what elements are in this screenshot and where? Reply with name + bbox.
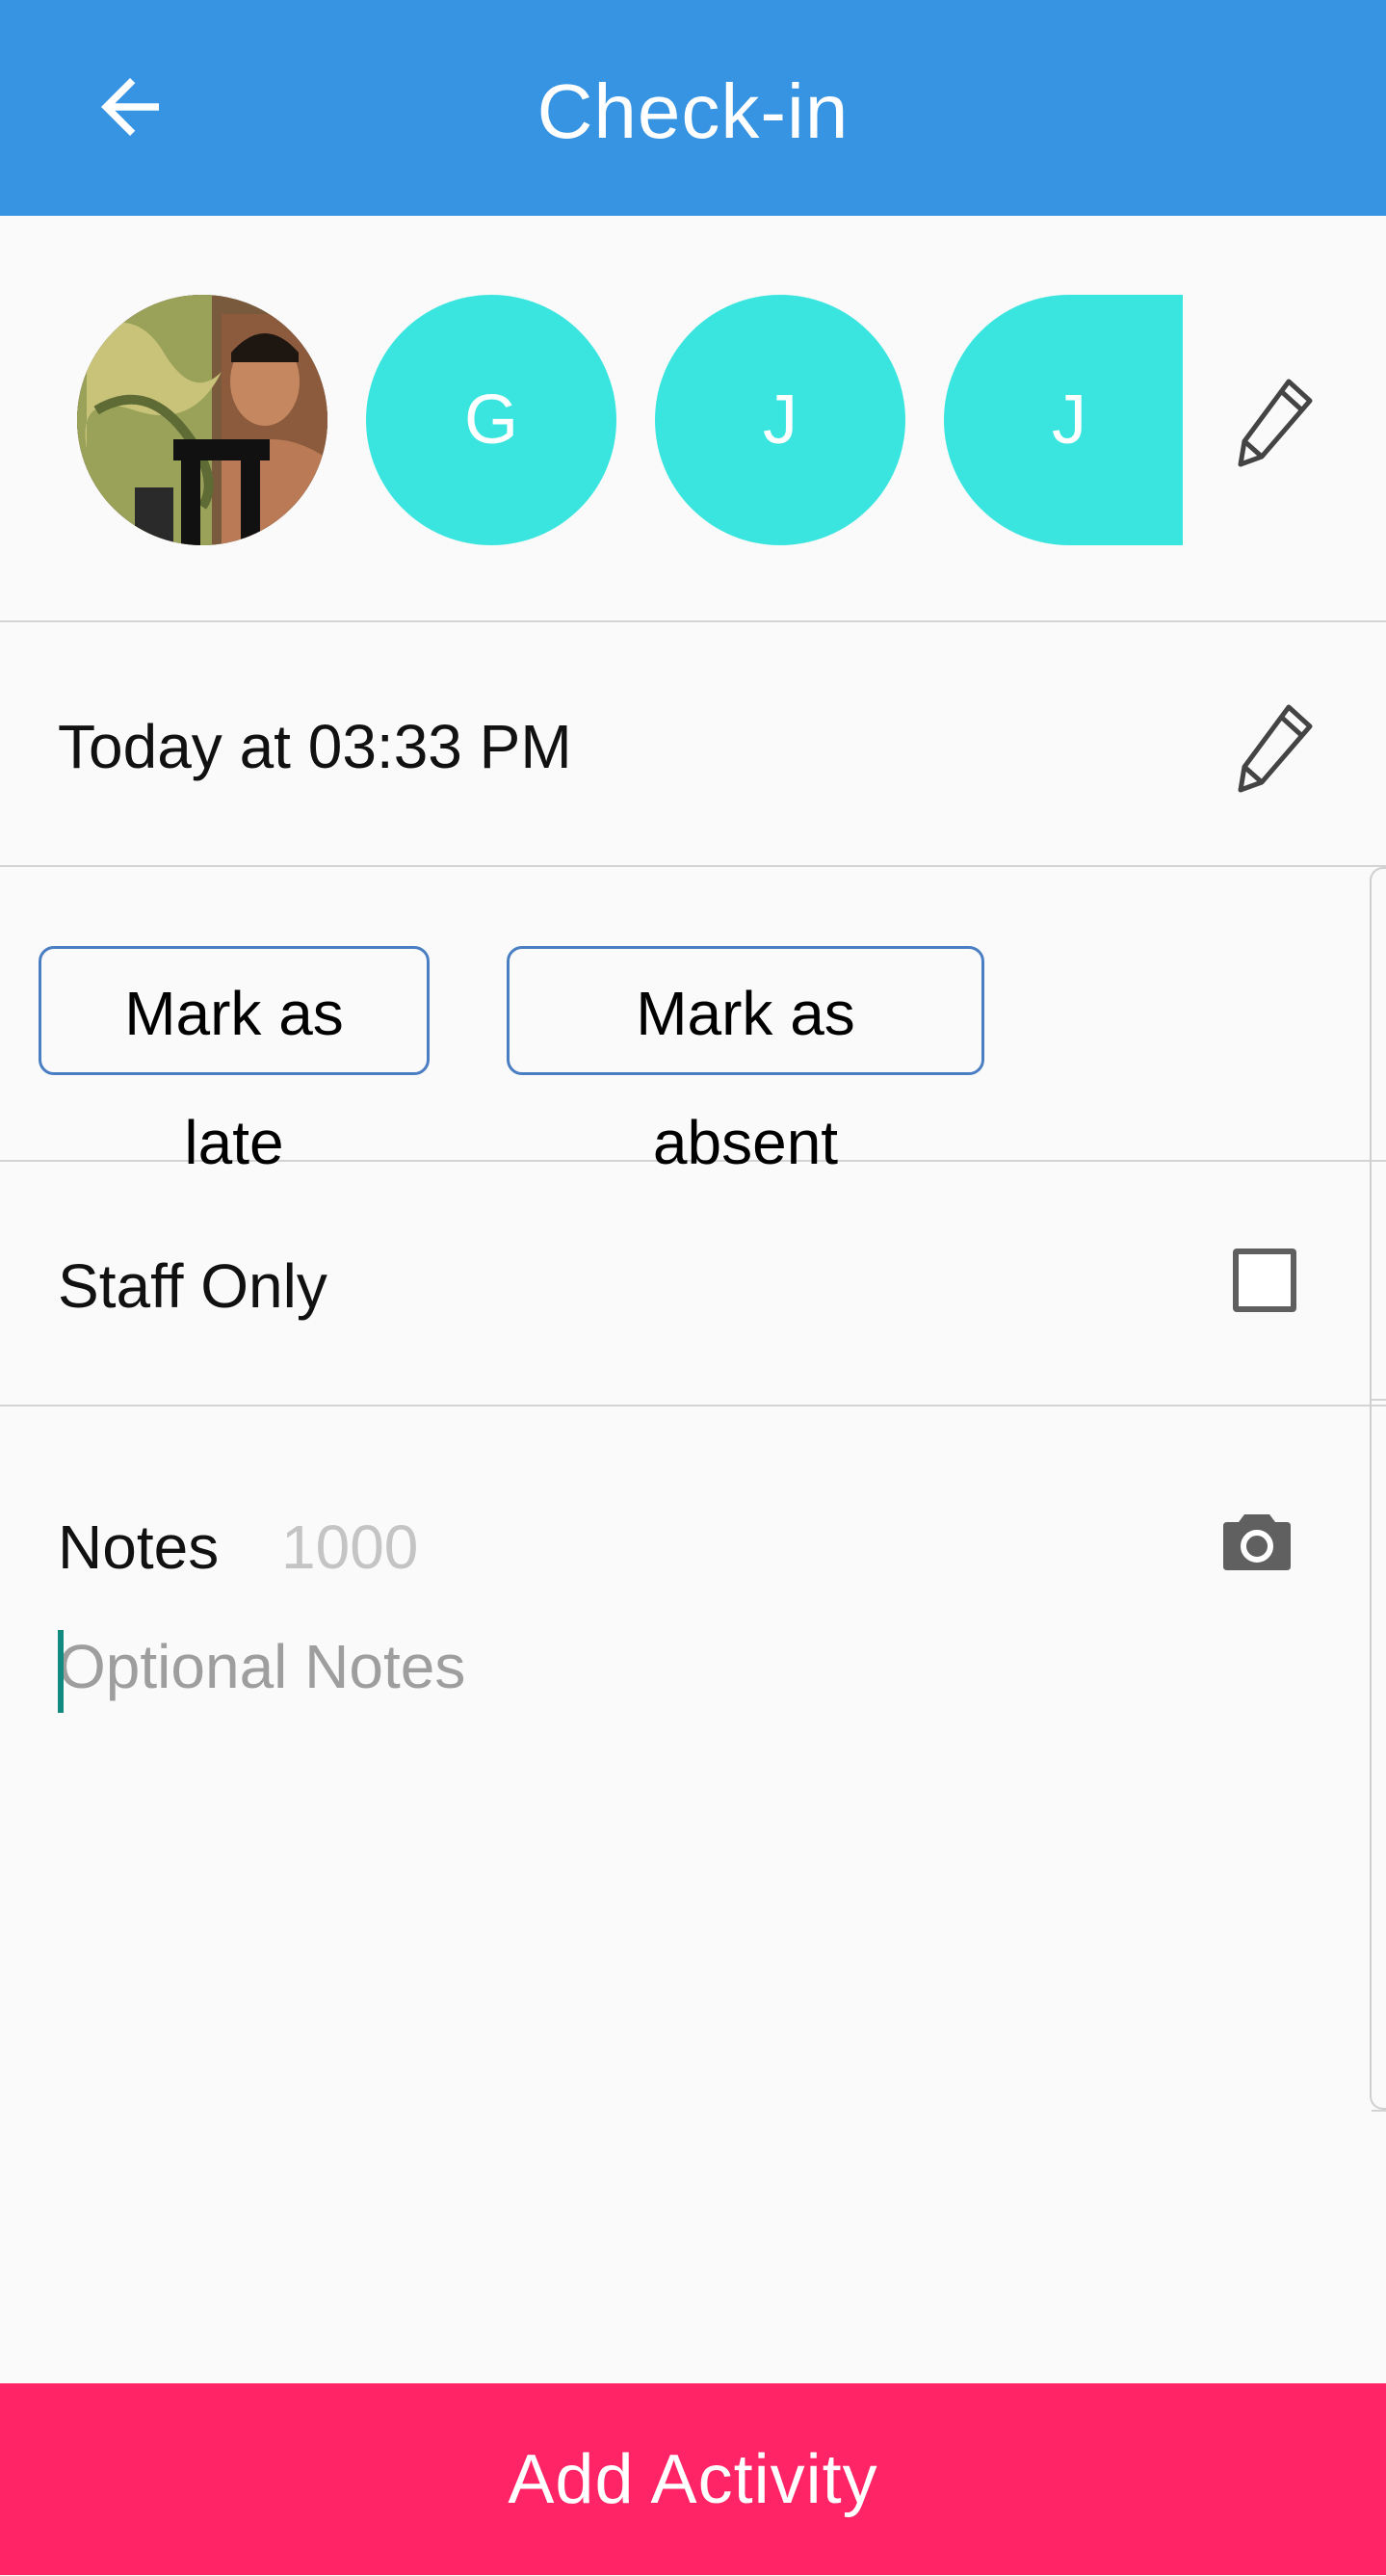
app-bar: Check-in — [0, 0, 1386, 216]
participant-initial: G — [463, 381, 518, 459]
page-title: Check-in — [536, 68, 850, 154]
participant-avatar-g[interactable]: G — [366, 295, 616, 545]
mark-as-absent-button[interactable]: Mark as absent — [507, 946, 984, 1177]
add-activity-button[interactable]: Add Activity — [0, 2383, 1386, 2575]
staff-only-row[interactable]: Staff Only — [0, 1162, 1386, 1406]
attendance-marks-row: Mark as late Mark as absent — [0, 867, 1386, 1177]
edit-participants-pencil-icon[interactable] — [1235, 374, 1318, 470]
camera-icon[interactable] — [1221, 1512, 1293, 1572]
notes-label: Notes — [58, 1512, 220, 1582]
checkin-time-label: Today at 03:33 PM — [58, 712, 572, 781]
staff-only-checkbox[interactable] — [1233, 1249, 1296, 1312]
participants-row: G J J — [0, 216, 1386, 622]
participant-initial: J — [763, 381, 798, 459]
avatar-photo-image — [77, 295, 327, 545]
participant-avatar-j[interactable]: J — [655, 295, 905, 545]
participant-avatar-photo[interactable] — [77, 295, 327, 545]
time-row[interactable]: Today at 03:33 PM — [0, 622, 1386, 867]
text-cursor — [58, 1630, 64, 1713]
notes-character-counter: 1000 — [281, 1512, 419, 1582]
notes-input[interactable] — [58, 1628, 1310, 2302]
notes-section: Notes 1000 — [0, 1406, 1386, 2360]
participant-initial: J — [1052, 381, 1086, 459]
participant-avatar-j[interactable]: J — [944, 295, 1183, 545]
side-panel-divider — [1372, 1399, 1386, 2112]
staff-only-label: Staff Only — [58, 1251, 327, 1321]
edit-time-pencil-icon[interactable] — [1235, 699, 1318, 796]
mark-as-late-button[interactable]: Mark as late — [39, 946, 430, 1177]
side-panel-handle[interactable] — [1370, 867, 1386, 2112]
